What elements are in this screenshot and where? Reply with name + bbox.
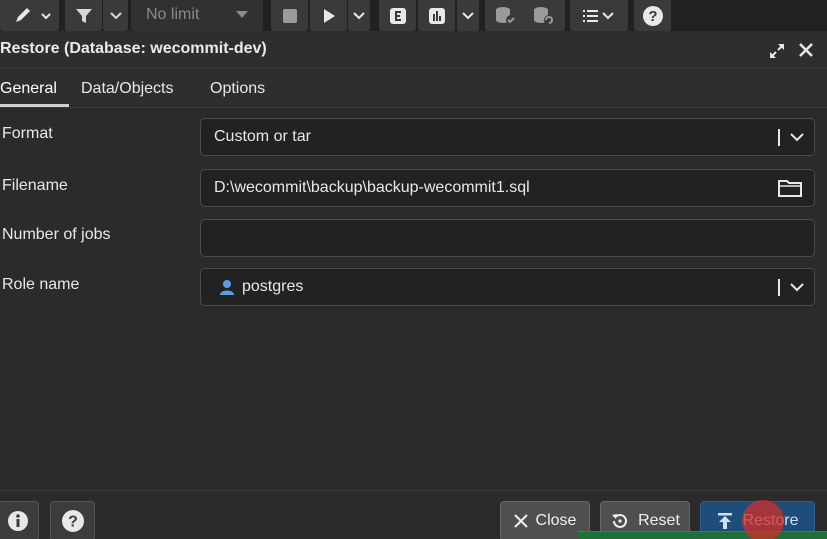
chevron-down-icon (462, 11, 474, 19)
explain-dropdown-button[interactable] (457, 0, 479, 31)
limit-select[interactable]: No limit (131, 0, 263, 31)
filename-label: Filename (2, 177, 68, 194)
active-tab-indicator (0, 104, 69, 107)
help-button[interactable]: ? (50, 501, 95, 539)
macros-icon (583, 9, 614, 22)
user-icon (220, 280, 234, 295)
role-name-label: Role name (2, 276, 80, 293)
play-icon (323, 8, 335, 23)
svg-text:?: ? (648, 8, 657, 25)
reset-icon (612, 513, 628, 528)
maximize-icon[interactable] (768, 42, 786, 60)
stop-icon (282, 8, 297, 23)
commit-button[interactable] (485, 0, 527, 31)
folder-icon[interactable] (777, 178, 803, 198)
reset-button-label: Reset (638, 512, 680, 529)
help-icon: ? (61, 510, 84, 532)
chevron-down-icon[interactable] (789, 281, 805, 293)
select-separator (778, 279, 780, 296)
close-icon[interactable] (798, 42, 814, 58)
execute-dropdown-button[interactable] (348, 0, 370, 31)
number-of-jobs-input[interactable] (200, 219, 815, 257)
query-toolbar: No limit ? (0, 0, 827, 31)
filename-input-value: D:\wecommit\backup\backup-wecommit1.sql (214, 179, 530, 196)
chevron-down-icon (353, 11, 365, 19)
explain-icon (389, 7, 406, 24)
explain-analyze-button[interactable] (418, 0, 455, 31)
chevron-down-icon[interactable] (789, 131, 805, 143)
role-name-select[interactable]: postgres (200, 268, 815, 306)
close-button[interactable]: Close (500, 501, 590, 539)
macros-dropdown-button[interactable] (570, 0, 628, 31)
explain-button[interactable] (379, 0, 416, 31)
dialog-titlebar[interactable]: Restore (Database: wecommit-dev) (0, 31, 827, 69)
close-button-label: Close (535, 512, 577, 529)
dialog-tabs: General Data/Objects Options (0, 70, 827, 108)
status-strip (578, 531, 827, 539)
filter-icon (75, 8, 92, 23)
format-select-value: Custom or tar (214, 128, 311, 145)
limit-select-value: No limit (146, 6, 200, 23)
dialog-title: Restore (Database: wecommit-dev) (0, 40, 267, 57)
click-indicator (742, 500, 784, 539)
chevron-down-icon (109, 11, 122, 19)
role-name-value: postgres (242, 278, 304, 295)
format-select[interactable]: Custom or tar (200, 118, 815, 156)
filter-button[interactable] (65, 0, 102, 31)
explain-analyze-icon (428, 7, 445, 24)
svg-text:?: ? (68, 514, 78, 531)
tab-options[interactable]: Options (210, 80, 265, 98)
rollback-icon (534, 6, 554, 25)
tab-general[interactable]: General (0, 80, 57, 98)
commit-icon (496, 6, 516, 25)
format-label: Format (2, 125, 53, 142)
execute-button[interactable] (310, 0, 347, 31)
info-icon (7, 511, 28, 531)
upload-icon (718, 513, 733, 529)
edit-icon (15, 7, 51, 22)
tab-data-objects[interactable]: Data/Objects (81, 80, 173, 98)
help-button[interactable]: ? (634, 0, 671, 31)
edit-dropdown-button[interactable] (0, 0, 59, 31)
filter-dropdown-button[interactable] (103, 0, 128, 31)
select-separator (778, 129, 780, 146)
filename-input[interactable]: D:\wecommit\backup\backup-wecommit1.sql (200, 169, 815, 207)
restore-dialog: Restore (Database: wecommit-dev) General… (0, 31, 827, 539)
info-button[interactable] (0, 501, 39, 539)
stop-button[interactable] (271, 0, 308, 31)
close-icon (513, 514, 528, 528)
caret-down-icon (236, 11, 248, 18)
number-of-jobs-label: Number of jobs (2, 226, 111, 243)
help-icon: ? (642, 5, 663, 26)
rollback-button[interactable] (523, 0, 565, 31)
